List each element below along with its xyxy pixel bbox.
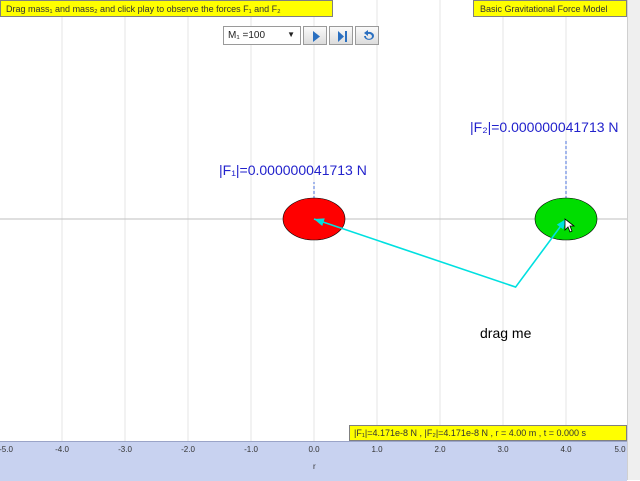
mass-select-dropdown[interactable]: M₁ =100 ▼ bbox=[223, 26, 301, 45]
instruction-banner: Drag mass₁ and mass₂ and click play to o… bbox=[0, 0, 333, 17]
drag-me-label: drag me bbox=[480, 325, 532, 341]
tick-label: -1.0 bbox=[244, 445, 258, 454]
vertical-scrollbar[interactable] bbox=[627, 0, 640, 480]
play-button[interactable] bbox=[303, 26, 327, 45]
model-title: Basic Gravitational Force Model bbox=[473, 0, 627, 17]
tick-label: 4.0 bbox=[560, 445, 572, 454]
force-f1-label: |F₁|=0.000000041713 N bbox=[219, 162, 367, 178]
step-forward-icon bbox=[338, 31, 347, 42]
mass-select-value: M₁ =100 bbox=[228, 30, 266, 41]
tick-label: 5.0 bbox=[614, 445, 626, 454]
toolbar: M₁ =100 ▼ bbox=[223, 26, 379, 45]
tick-label: -2.0 bbox=[181, 445, 195, 454]
status-readout: |F₁|=4.171e-8 N , |F₂|=4.171e-8 N , r = … bbox=[349, 425, 627, 441]
reset-button[interactable] bbox=[355, 26, 379, 45]
chevron-down-icon: ▼ bbox=[287, 30, 295, 39]
play-icon bbox=[313, 31, 320, 42]
tick-label: 2.0 bbox=[434, 445, 446, 454]
tick-label: -4.0 bbox=[55, 445, 69, 454]
tick-label: 0.0 bbox=[308, 445, 320, 454]
simulation-canvas[interactable] bbox=[0, 0, 640, 480]
tick-label: 1.0 bbox=[371, 445, 383, 454]
reset-icon bbox=[364, 30, 374, 40]
axis-name-label: r bbox=[313, 462, 316, 471]
tick-label: -3.0 bbox=[118, 445, 132, 454]
tick-label: -5.0 bbox=[0, 445, 13, 454]
force-f2-label: |F₂|=0.000000041713 N bbox=[470, 119, 619, 135]
step-button[interactable] bbox=[329, 26, 353, 45]
tick-label: 3.0 bbox=[497, 445, 509, 454]
